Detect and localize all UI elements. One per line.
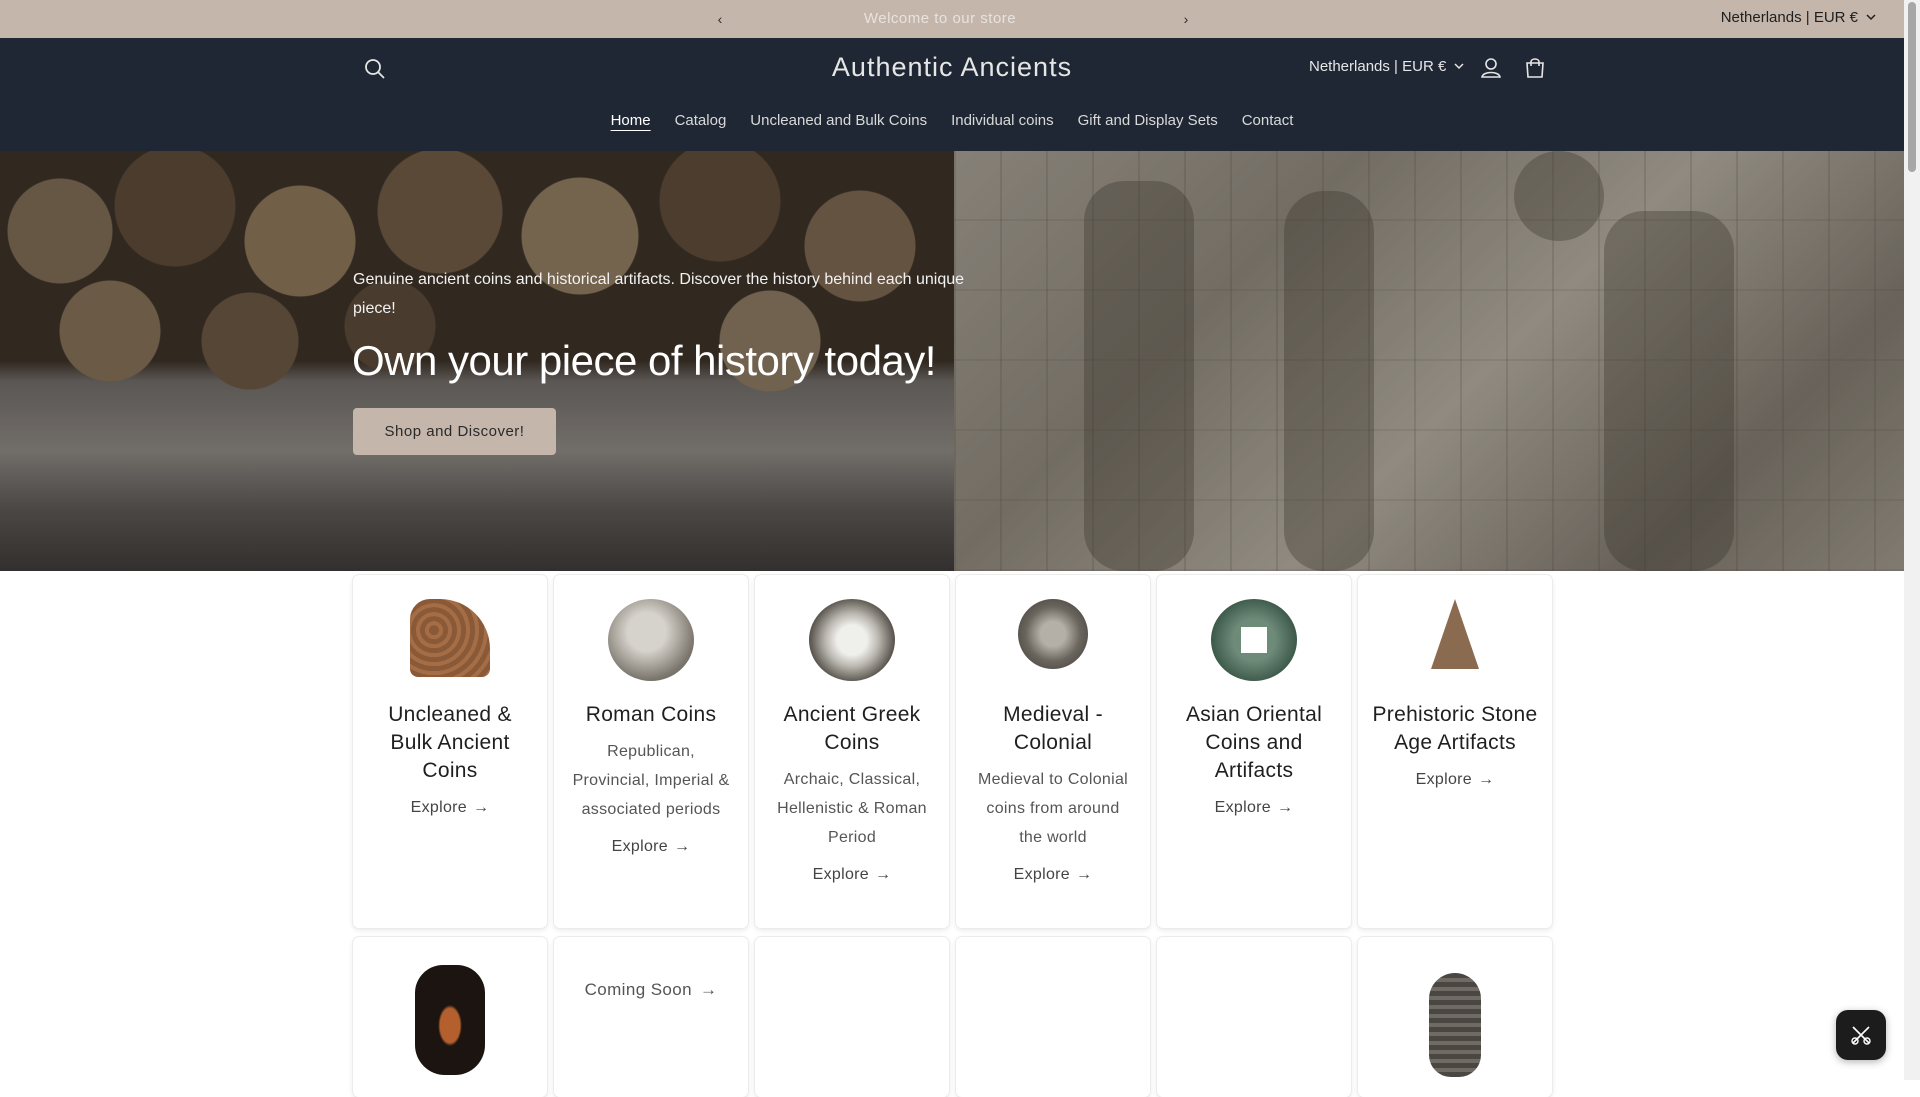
collection-title: Ancient Greek Coins <box>783 703 921 754</box>
arrow-right-icon: → <box>473 799 490 816</box>
collection-title: Medieval - Colonial <box>1003 703 1103 754</box>
nav-item-home[interactable]: Home <box>611 112 651 129</box>
explore-label: Explore <box>611 838 669 855</box>
header-locale-label: Netherlands | EUR € <box>1309 58 1447 75</box>
collection-card-uncleaned-bulk[interactable]: Uncleaned & Bulk Ancient Coins Explore → <box>353 575 547 928</box>
explore-link[interactable]: Explore → <box>353 799 547 817</box>
collection-card-empty <box>755 937 949 1097</box>
collection-title: Roman Coins <box>585 703 717 726</box>
collection-grid: Uncleaned & Bulk Ancient Coins Explore → … <box>353 575 1552 1097</box>
coming-soon-label: Coming Soon <box>584 980 692 999</box>
collection-card-medieval[interactable]: Medieval - Colonial Medieval to Colonial… <box>956 575 1150 928</box>
nav-item-gift-display-sets[interactable]: Gift and Display Sets <box>1078 112 1218 129</box>
collection-description: Medieval to Colonial coins from around t… <box>977 771 1129 846</box>
explore-label: Explore <box>1214 799 1272 816</box>
hero-banner: Genuine ancient coins and historical art… <box>0 151 1904 571</box>
collection-title: Uncleaned & Bulk Ancient Coins <box>388 703 512 782</box>
cart-icon[interactable] <box>1522 55 1548 81</box>
crossed-scissors-icon <box>1851 1026 1871 1045</box>
collection-title: Asian Oriental Coins and Artifacts <box>1185 703 1323 782</box>
explore-label: Explore <box>410 799 468 816</box>
account-icon[interactable] <box>1478 55 1504 81</box>
coming-soon-link[interactable]: Coming Soon → <box>554 937 748 1000</box>
arrow-right-icon: → <box>700 980 718 999</box>
collection-description: Republican, Provincial, Imperial & assoc… <box>572 743 730 818</box>
arrowhead-image <box>1431 599 1479 669</box>
announcement-bar: ‹ Welcome to our store › Netherlands | E… <box>0 0 1904 38</box>
explore-link[interactable]: Explore → <box>554 838 748 856</box>
collection-card-greek[interactable]: Ancient Greek Coins Archaic, Classical, … <box>755 575 949 928</box>
explore-label: Explore <box>812 866 870 883</box>
medieval-coin-image <box>1018 599 1088 669</box>
arrow-right-icon: → <box>875 866 892 883</box>
collection-card-pottery[interactable] <box>353 937 547 1097</box>
search-icon[interactable] <box>362 56 388 82</box>
announcement-locale-selector[interactable]: Netherlands | EUR € <box>1721 9 1896 26</box>
arrow-right-icon: → <box>1076 866 1093 883</box>
hero-subtitle: Genuine ancient coins and historical art… <box>353 271 965 317</box>
header-locale-selector[interactable]: Netherlands | EUR € <box>1309 58 1464 75</box>
chevron-down-icon <box>1866 14 1876 21</box>
chevron-down-icon <box>1454 63 1464 70</box>
announcement-locale-label: Netherlands | EUR € <box>1720 9 1858 26</box>
bulk-coins-image <box>410 599 490 677</box>
roman-coin-image <box>608 599 694 681</box>
collection-card-prehistoric[interactable]: Prehistoric Stone Age Artifacts Explore → <box>1358 575 1552 928</box>
greek-vase-image <box>415 965 485 1075</box>
page-scrollbar[interactable] <box>1904 0 1920 1080</box>
scrollbar-thumb[interactable] <box>1908 2 1916 172</box>
greek-owl-coin-image <box>809 599 895 681</box>
collection-description: Archaic, Classical, Hellenistic & Roman … <box>777 771 927 846</box>
trilobite-fossil-image <box>1429 973 1481 1077</box>
site-logo[interactable]: Authentic Ancients <box>832 52 1072 82</box>
site-header: Authentic Ancients Netherlands | EUR € H… <box>0 38 1904 151</box>
collection-title: Prehistoric Stone Age Artifacts <box>1372 703 1538 754</box>
collection-card-coming-soon[interactable]: Coming Soon → <box>554 937 748 1097</box>
collection-card-fossils[interactable] <box>1358 937 1552 1097</box>
nav-item-uncleaned-bulk[interactable]: Uncleaned and Bulk Coins <box>750 112 927 129</box>
floating-chat-button[interactable] <box>1836 1010 1886 1060</box>
explore-link[interactable]: Explore → <box>956 866 1150 884</box>
announcement-prev-icon[interactable]: ‹ <box>710 9 730 29</box>
collection-card-asian[interactable]: Asian Oriental Coins and Artifacts Explo… <box>1157 575 1351 928</box>
explore-link[interactable]: Explore → <box>1358 771 1552 789</box>
announcement-next-icon[interactable]: › <box>1176 9 1196 29</box>
nav-item-catalog[interactable]: Catalog <box>675 112 727 129</box>
nav-item-individual-coins[interactable]: Individual coins <box>951 112 1054 129</box>
explore-label: Explore <box>1013 866 1071 883</box>
nav-item-contact[interactable]: Contact <box>1242 112 1294 129</box>
explore-link[interactable]: Explore → <box>755 866 949 884</box>
explore-label: Explore <box>1415 771 1473 788</box>
shop-discover-button[interactable]: Shop and Discover! <box>353 408 556 455</box>
arrow-right-icon: → <box>674 838 691 855</box>
hero-title: Own your piece of history today! <box>352 337 936 384</box>
asian-cash-coin-image <box>1211 599 1297 681</box>
explore-link[interactable]: Explore → <box>1157 799 1351 817</box>
main-nav: Home Catalog Uncleaned and Bulk Coins In… <box>0 112 1904 129</box>
arrow-right-icon: → <box>1478 771 1495 788</box>
collection-card-empty <box>1157 937 1351 1097</box>
arrow-right-icon: → <box>1277 799 1294 816</box>
collection-card-empty <box>956 937 1150 1097</box>
collection-card-roman[interactable]: Roman Coins Republican, Provincial, Impe… <box>554 575 748 928</box>
announcement-message: Welcome to our store <box>863 10 1017 27</box>
